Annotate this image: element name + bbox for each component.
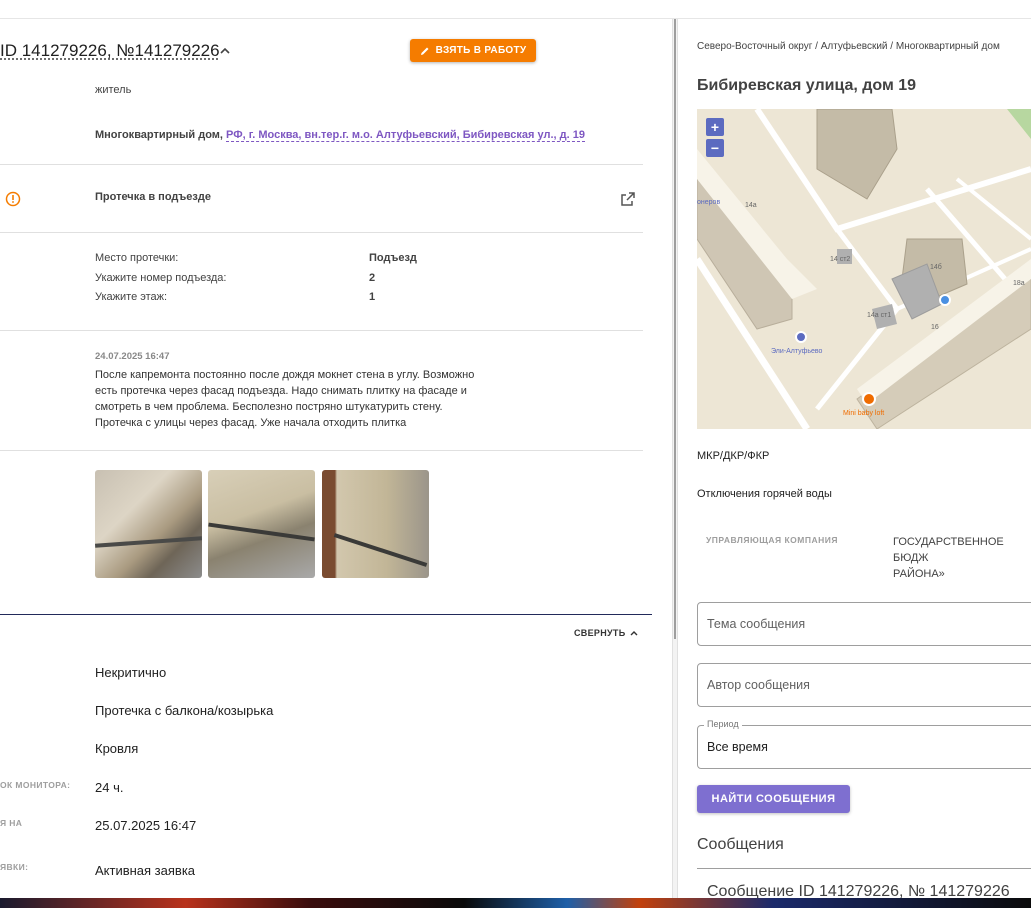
- subject-input[interactable]: Тема сообщения: [697, 602, 1031, 646]
- map-label: Эли-Алтуфьево: [771, 348, 823, 355]
- messages-heading: Сообщения: [697, 836, 784, 853]
- warning-circle-icon: [5, 191, 21, 207]
- detail-label: Укажите этаж:: [95, 291, 168, 303]
- info-label: Я НА: [0, 818, 23, 828]
- divider: [0, 164, 643, 165]
- management-company-line: ГОСУДАРСТВЕННОЕ БЮДЖ: [893, 536, 1004, 564]
- chevron-up-icon: [630, 631, 638, 636]
- breadcrumb: Северо-Восточный округ / Алтуфьевский / …: [697, 41, 1000, 52]
- info-value: Протечка с балкона/козырька: [95, 703, 274, 718]
- message-item[interactable]: Сообщение ID 141279226, № 141279226: [707, 883, 1010, 898]
- management-company-label: УПРАВЛЯЮЩАЯ КОМПАНИЯ: [706, 535, 838, 545]
- request-title[interactable]: ID 141279226, №141279226: [0, 41, 220, 61]
- comment-text: После капремонта постоянно после дождя м…: [95, 367, 495, 431]
- author-input[interactable]: Автор сообщения: [697, 663, 1031, 707]
- zoom-out-button[interactable]: −: [706, 139, 724, 157]
- divider: [0, 450, 643, 451]
- detail-value: 2: [369, 272, 376, 284]
- issue-title: Протечка в подъезде: [95, 191, 211, 203]
- pencil-icon: [420, 47, 429, 55]
- detail-value: 1: [369, 291, 376, 303]
- comment-line: есть протечка через фасад подъезда. Надо…: [95, 385, 467, 397]
- chevron-up-icon[interactable]: [218, 44, 232, 58]
- collapse-label: СВЕРНУТЬ: [574, 628, 626, 638]
- open-external-icon[interactable]: [620, 191, 636, 207]
- map-label: 14 ст2: [830, 256, 850, 263]
- object-info-panel: Северо-Восточный округ / Алтуфьевский / …: [678, 19, 1031, 898]
- object-address: Бибиревская улица, дом 19: [697, 77, 917, 94]
- address-link[interactable]: РФ, г. Москва, вн.тер.г. м.о. Алтуфьевск…: [226, 129, 585, 142]
- map-label: 16: [931, 324, 939, 331]
- info-value: Кровля: [95, 741, 139, 756]
- comment-line: смотреть в чем проблема. Бесполезно пост…: [95, 401, 443, 413]
- info-value: 25.07.2025 16:47: [95, 818, 197, 833]
- period-label: Период: [704, 719, 742, 729]
- period-value: Все время: [707, 740, 768, 754]
- building-address-row: Многоквартирный дом, РФ, г. Москва, вн.т…: [95, 129, 585, 142]
- map-label: Mini baby loft: [843, 410, 884, 417]
- section-divider: [0, 614, 652, 615]
- collapse-toggle[interactable]: СВЕРНУТЬ: [574, 628, 639, 638]
- map-label: 14б: [930, 263, 942, 271]
- map-label: 14а ст1: [867, 312, 891, 319]
- divider: [697, 868, 1031, 869]
- hot-water-link[interactable]: Отключения горячей воды: [697, 488, 832, 500]
- photo-thumbnail[interactable]: [322, 470, 429, 578]
- map-label: 14а: [745, 202, 757, 209]
- map-view[interactable]: 14а 14 ст2 14б 14а ст1 16 18а Эли-Алтуфь…: [697, 109, 1031, 429]
- detail-label: Укажите номер подъезда:: [95, 272, 227, 284]
- info-value: 24 ч.: [95, 780, 124, 795]
- comment-date: 24.07.2025 16:47: [95, 351, 170, 362]
- comment-line: Протечка с улицы через фасад. Уже начала…: [95, 417, 407, 429]
- info-label: ЯВКИ:: [0, 862, 29, 872]
- top-strip: [0, 0, 1031, 19]
- building-type: Многоквартирный дом,: [95, 129, 223, 141]
- request-detail-panel: ID 141279226, №141279226 ВЗЯТЬ В РАБОТУ …: [0, 19, 672, 898]
- requester-role: житель: [95, 84, 132, 96]
- take-to-work-label: ВЗЯТЬ В РАБОТУ: [435, 45, 527, 56]
- divider: [0, 232, 643, 233]
- photo-thumbnail[interactable]: [208, 470, 315, 578]
- take-to-work-button[interactable]: ВЗЯТЬ В РАБОТУ: [410, 39, 536, 62]
- info-value: Некритично: [95, 665, 167, 680]
- map-label: 18а: [1013, 280, 1025, 287]
- info-label: ОК МОНИТОРА:: [0, 780, 71, 790]
- photo-thumbnail[interactable]: [94, 470, 203, 578]
- comment-line: После капремонта постоянно после дождя м…: [95, 369, 475, 381]
- detail-value: Подъезд: [369, 252, 417, 264]
- map-tiles: 14а 14 ст2 14б 14а ст1 16 18а Эли-Алтуфь…: [697, 109, 1031, 429]
- divider: [0, 330, 643, 331]
- map-label: онеров: [697, 199, 720, 206]
- find-messages-button[interactable]: НАЙТИ СООБЩЕНИЯ: [697, 785, 850, 813]
- detail-label: Место протечки:: [95, 252, 179, 264]
- info-value: Активная заявка: [95, 863, 196, 878]
- management-company-line: РАЙОНА»: [893, 568, 945, 580]
- period-select[interactable]: Все время: [697, 725, 1031, 769]
- mkr-label: МКР/ДКР/ФКР: [697, 450, 770, 462]
- management-company-value: ГОСУДАРСТВЕННОЕ БЮДЖ РАЙОНА»: [893, 534, 1031, 582]
- desktop-taskbar-strip: [0, 898, 1031, 908]
- zoom-in-button[interactable]: +: [706, 118, 724, 136]
